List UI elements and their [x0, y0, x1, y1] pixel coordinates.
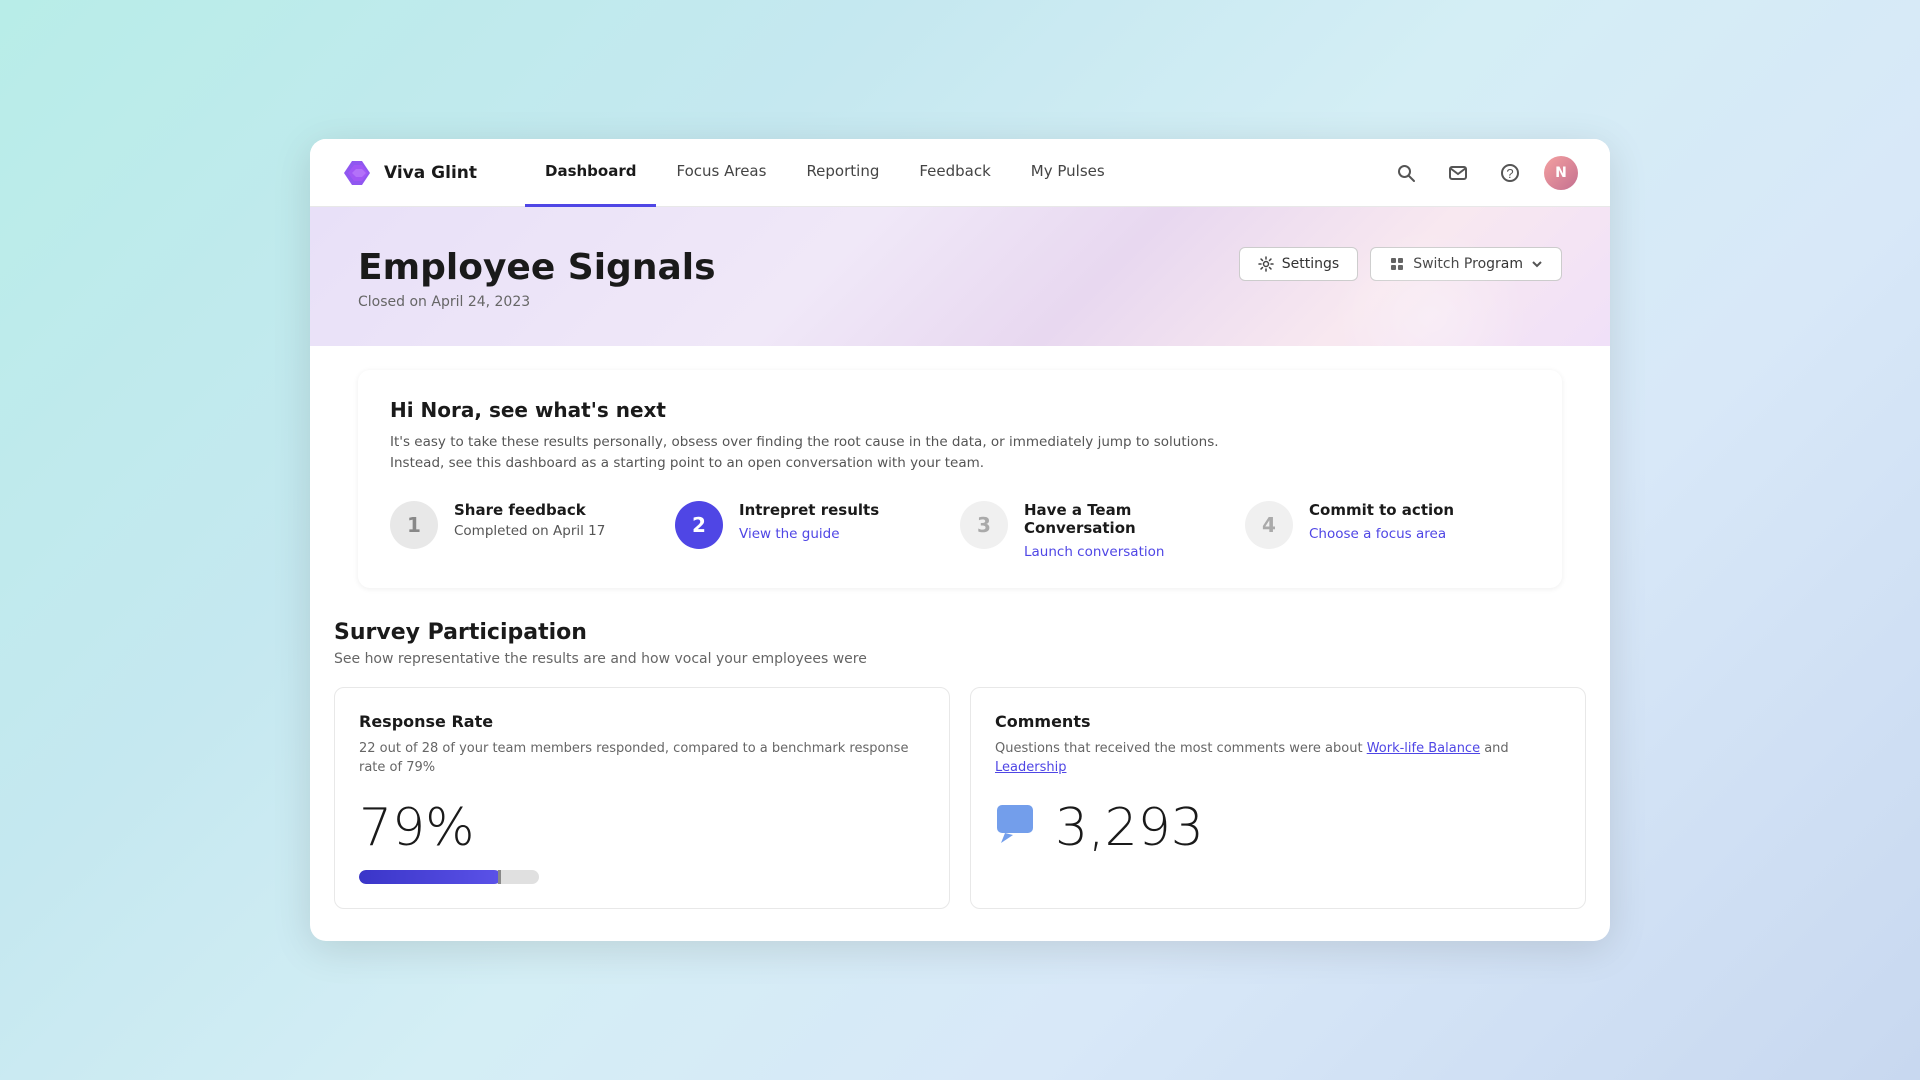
step-3-content: Have a Team Conversation Launch conversa…	[1024, 501, 1221, 560]
nav-actions: ? N	[1388, 155, 1578, 191]
steps-greeting: Hi Nora, see what's next	[390, 398, 1530, 422]
steps-description: It's easy to take these results personal…	[390, 432, 1530, 473]
main-content: Survey Participation See how representat…	[310, 588, 1610, 941]
navbar: Viva Glint Dashboard Focus Areas Reporti…	[310, 139, 1610, 207]
svg-text:?: ?	[1506, 166, 1513, 181]
step-2-title: Intrepret results	[739, 501, 879, 519]
survey-participation-desc: See how representative the results are a…	[334, 651, 1586, 667]
nav-logo[interactable]: Viva Glint	[342, 157, 477, 189]
comments-title: Comments	[995, 712, 1561, 731]
progress-marker	[498, 870, 501, 884]
nav-link-dashboard[interactable]: Dashboard	[525, 139, 656, 207]
nav-links: Dashboard Focus Areas Reporting Feedback…	[525, 139, 1388, 207]
help-icon: ?	[1500, 163, 1520, 183]
progress-bar-wrapper	[359, 870, 925, 884]
settings-button[interactable]: Settings	[1239, 247, 1358, 281]
nav-link-feedback[interactable]: Feedback	[899, 139, 1010, 207]
messages-icon	[1448, 163, 1468, 183]
stats-cards-row: Response Rate 22 out of 28 of your team …	[334, 687, 1586, 909]
chevron-down-icon	[1531, 258, 1543, 270]
step-1-detail: Completed on April 17	[454, 523, 605, 539]
hero-subtitle: Closed on April 24, 2023	[358, 294, 1562, 310]
search-button[interactable]	[1388, 155, 1424, 191]
step-2: 2 Intrepret results View the guide	[675, 501, 960, 549]
step-4-link[interactable]: Choose a focus area	[1309, 526, 1446, 542]
nav-link-reporting[interactable]: Reporting	[786, 139, 899, 207]
comments-card: Comments Questions that received the mos…	[970, 687, 1586, 909]
comment-icon	[995, 801, 1039, 855]
steps-card: Hi Nora, see what's next It's easy to ta…	[358, 370, 1562, 588]
step-1-circle: 1	[390, 501, 438, 549]
search-icon	[1396, 163, 1416, 183]
app-window: Viva Glint Dashboard Focus Areas Reporti…	[310, 139, 1610, 941]
progress-bar-track	[359, 870, 539, 884]
response-rate-title: Response Rate	[359, 712, 925, 731]
steps-row: 1 Share feedback Completed on April 17 2…	[390, 501, 1530, 560]
response-rate-value: 79%	[359, 798, 925, 858]
switch-icon	[1389, 256, 1405, 272]
viva-glint-icon	[342, 157, 374, 189]
step-4: 4 Commit to action Choose a focus area	[1245, 501, 1530, 549]
step-2-link[interactable]: View the guide	[739, 526, 840, 542]
comments-count: 3,293	[995, 798, 1561, 858]
step-4-content: Commit to action Choose a focus area	[1309, 501, 1454, 542]
step-2-circle: 2	[675, 501, 723, 549]
step-4-title: Commit to action	[1309, 501, 1454, 519]
step-3: 3 Have a Team Conversation Launch conver…	[960, 501, 1245, 560]
help-button[interactable]: ?	[1492, 155, 1528, 191]
settings-icon	[1258, 256, 1274, 272]
progress-bar-fill	[359, 870, 501, 884]
response-rate-desc: 22 out of 28 of your team members respon…	[359, 739, 925, 778]
step-1-content: Share feedback Completed on April 17	[454, 501, 605, 539]
leadership-link[interactable]: Leadership	[995, 760, 1066, 775]
step-4-circle: 4	[1245, 501, 1293, 549]
hero-actions: Settings Switch Program	[1239, 247, 1562, 281]
survey-participation-title: Survey Participation	[334, 620, 1586, 645]
work-life-balance-link[interactable]: Work-life Balance	[1367, 741, 1480, 756]
nav-link-focus-areas[interactable]: Focus Areas	[656, 139, 786, 207]
logo-text: Viva Glint	[384, 163, 477, 183]
hero-banner: Employee Signals Closed on April 24, 202…	[310, 207, 1610, 346]
hero-title: Employee Signals	[358, 247, 1562, 288]
switch-program-button[interactable]: Switch Program	[1370, 247, 1562, 281]
comments-desc: Questions that received the most comment…	[995, 739, 1561, 778]
step-2-content: Intrepret results View the guide	[739, 501, 879, 542]
messages-button[interactable]	[1440, 155, 1476, 191]
response-rate-card: Response Rate 22 out of 28 of your team …	[334, 687, 950, 909]
step-1-title: Share feedback	[454, 501, 605, 519]
step-3-title: Have a Team Conversation	[1024, 501, 1221, 537]
step-3-link[interactable]: Launch conversation	[1024, 544, 1164, 560]
step-1: 1 Share feedback Completed on April 17	[390, 501, 675, 549]
nav-link-my-pulses[interactable]: My Pulses	[1011, 139, 1125, 207]
step-3-circle: 3	[960, 501, 1008, 549]
user-avatar[interactable]: N	[1544, 156, 1578, 190]
